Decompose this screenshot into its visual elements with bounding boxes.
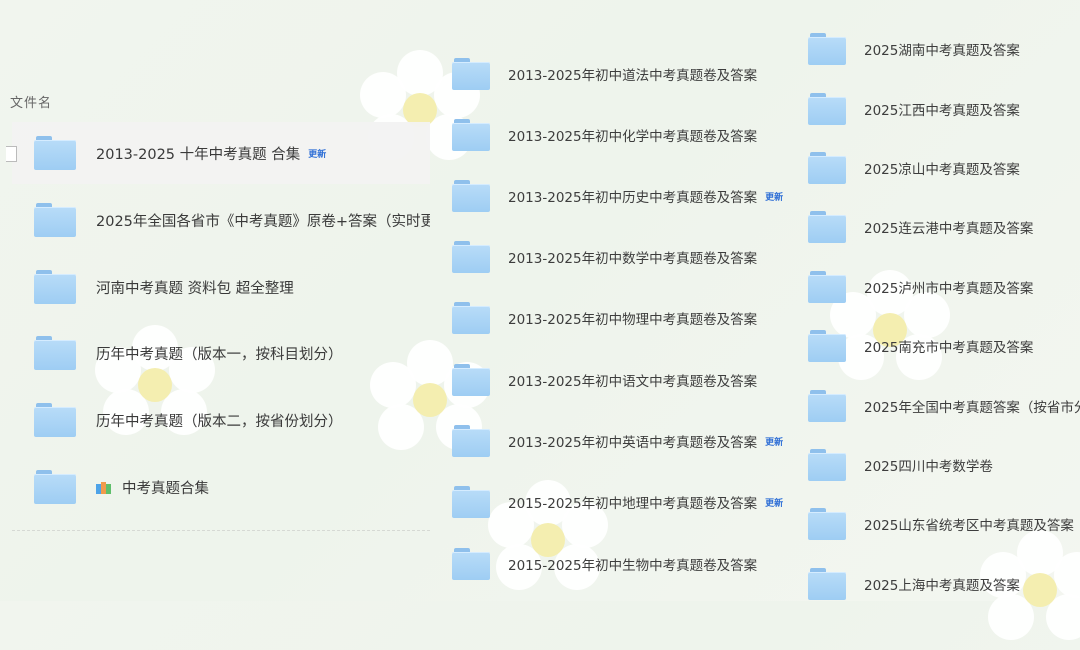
folder-icon [452,119,490,151]
folder-icon [808,271,846,303]
folder-icon [452,486,490,518]
folder-icon [452,58,490,90]
folder-item[interactable]: 2025江西中考真题及答案 [808,89,1080,129]
folder-name: 2025湖南中考真题及答案 [864,43,1020,59]
folder-row[interactable]: 2025年全国各省市《中考真题》原卷+答案（实时更 [12,189,430,251]
folder-item[interactable]: 2025连云港中考真题及答案 [808,207,1080,247]
folder-item[interactable]: 2025年全国中考真题答案（按省市分类 [808,386,1080,426]
folder-icon [34,136,76,170]
column-header-fragment: 文件名 [10,96,53,111]
folder-icon [808,33,846,65]
folder-name: 2025南充市中考真题及答案 [864,340,1034,356]
folder-name: 2025山东省统考区中考真题及答案 [864,518,1074,534]
folder-name: 2013-2025年初中英语中考真题卷及答案 [508,435,758,451]
folder-item[interactable]: 2025山东省统考区中考真题及答案 [808,504,1080,544]
folder-icon [808,449,846,481]
folder-name: 2025上海中考真题及答案 [864,578,1020,594]
divider [12,530,430,531]
folder-icon [808,211,846,243]
folder-name: 2025江西中考真题及答案 [864,103,1020,119]
update-badge: 更新 [765,437,784,448]
folder-item[interactable]: 2013-2025年初中英语中考真题卷及答案 更新 [452,421,783,461]
folder-icon [808,93,846,125]
folder-icon [452,180,490,212]
folder-item[interactable]: 2015-2025年初中生物中考真题卷及答案 [452,544,757,584]
folder-name: 2025年全国各省市《中考真题》原卷+答案（实时更 [96,213,430,230]
folder-name: 2015-2025年初中地理中考真题卷及答案 [508,496,758,512]
folder-icon [452,548,490,580]
folder-icon [808,508,846,540]
update-badge: 更新 [765,498,784,509]
folder-name: 2025年全国中考真题答案（按省市分类 [864,400,1080,416]
middle-folder-column: 2013-2025年初中道法中考真题卷及答案 2013-2025年初中化学中考真题… [452,0,802,601]
folder-item[interactable]: 2015-2025年初中地理中考真题卷及答案 更新 [452,482,783,522]
folder-item[interactable]: 2025南充市中考真题及答案 [808,326,1080,366]
folder-row[interactable]: 中考真题合集 [12,456,430,518]
folder-row[interactable]: 2013-2025 十年中考真题 合集 更新 [6,122,430,184]
folder-name: 2025连云港中考真题及答案 [864,221,1034,237]
folder-name: 2013-2025年初中化学中考真题卷及答案 [508,129,758,145]
folder-name: 2013-2025年初中物理中考真题卷及答案 [508,312,758,328]
left-file-panel: 文件名 2013-2025 十年中考真题 合集 更新 2025年全国各省市《中考真题… [0,0,432,601]
folder-icon [34,470,76,504]
right-folder-column: 2025湖南中考真题及答案 2025江西中考真题及答案 2025凉山中考真题及答案 2… [808,0,1080,601]
folder-icon [34,336,76,370]
folder-item[interactable]: 2013-2025年初中道法中考真题卷及答案 [452,54,757,94]
folder-name: 2025凉山中考真题及答案 [864,162,1020,178]
folder-name: 历年中考真题（版本一，按科目划分） [96,346,343,363]
folder-icon [452,364,490,396]
folder-icon [452,302,490,334]
folder-icon [34,270,76,304]
update-badge: 更新 [765,192,784,203]
folder-name: 2013-2025年初中历史中考真题卷及答案 [508,190,758,206]
folder-name: 2025泸州市中考真题及答案 [864,281,1034,297]
folder-item[interactable]: 2013-2025年初中历史中考真题卷及答案 更新 [452,176,783,216]
folder-row[interactable]: 河南中考真题 资料包 超全整理 [12,256,430,318]
folder-item[interactable]: 2013-2025年初中化学中考真题卷及答案 [452,115,757,155]
row-checkbox[interactable] [6,146,17,162]
colored-cubes-icon [96,480,112,494]
folder-icon [452,241,490,273]
folder-name: 2013-2025年初中道法中考真题卷及答案 [508,68,758,84]
folder-name: 2013-2025 十年中考真题 合集 [96,146,301,163]
folder-item[interactable]: 2025四川中考数学卷 [808,445,1080,485]
folder-icon [34,203,76,237]
folder-item[interactable]: 2025湖南中考真题及答案 [808,29,1080,69]
folder-name: 2013-2025年初中数学中考真题卷及答案 [508,251,758,267]
folder-icon [808,568,846,600]
folder-item[interactable]: 2025泸州市中考真题及答案 [808,267,1080,307]
folder-item[interactable]: 2013-2025年初中语文中考真题卷及答案 [452,360,757,400]
folder-item[interactable]: 2025上海中考真题及答案 [808,564,1080,604]
folder-row[interactable]: 历年中考真题（版本二，按省份划分） [12,389,430,451]
folder-icon [452,425,490,457]
folder-item[interactable]: 2013-2025年初中物理中考真题卷及答案 [452,298,757,338]
folder-name: 2013-2025年初中语文中考真题卷及答案 [508,374,758,390]
folder-item[interactable]: 2013-2025年初中数学中考真题卷及答案 [452,237,757,277]
folder-name: 中考真题合集 [122,480,209,497]
folder-icon [808,330,846,362]
folder-item[interactable]: 2025凉山中考真题及答案 [808,148,1080,188]
folder-name: 2025四川中考数学卷 [864,459,993,475]
update-badge: 更新 [308,149,327,160]
folder-name: 历年中考真题（版本二，按省份划分） [96,413,343,430]
folder-icon [808,152,846,184]
folder-icon [808,390,846,422]
folder-name: 河南中考真题 资料包 超全整理 [96,280,294,297]
folder-name: 2015-2025年初中生物中考真题卷及答案 [508,558,758,574]
folder-icon [34,403,76,437]
folder-row[interactable]: 历年中考真题（版本一，按科目划分） [12,322,430,384]
